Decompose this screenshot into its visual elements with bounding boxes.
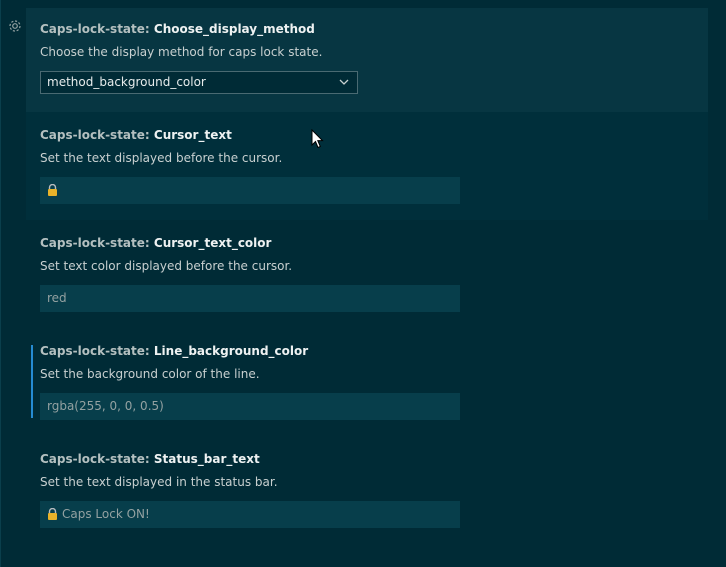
- lock-icon: [48, 184, 57, 196]
- setting-title: Caps-lock-state: Status_bar_text: [40, 436, 708, 467]
- status-bar-text-input[interactable]: Caps Lock ON!: [40, 501, 460, 528]
- setting-description: Set text color displayed before the curs…: [40, 259, 293, 273]
- setting-cursor-text-color[interactable]: Caps-lock-state: Cursor_text_color Set t…: [26, 220, 708, 328]
- setting-category: Caps-lock-state:: [40, 344, 150, 358]
- setting-description: Set the background color of the line.: [40, 367, 260, 381]
- lock-icon: [48, 508, 57, 520]
- setting-status-bar-text[interactable]: Caps-lock-state: Status_bar_text Set the…: [26, 436, 708, 544]
- setting-description: Set the text displayed before the cursor…: [40, 151, 283, 165]
- chevron-down-icon: [339, 79, 349, 85]
- setting-choose-display-method[interactable]: Caps-lock-state: Choose_display_method C…: [26, 8, 708, 112]
- setting-description: Choose the display method for caps lock …: [40, 45, 323, 59]
- gear-icon[interactable]: [7, 18, 23, 34]
- line-background-color-input[interactable]: rgba(255, 0, 0, 0.5): [40, 393, 460, 420]
- cursor-text-color-input[interactable]: red: [40, 285, 460, 312]
- setting-category: Caps-lock-state:: [40, 22, 150, 36]
- display-method-select[interactable]: method_background_color: [40, 71, 358, 94]
- select-value: method_background_color: [47, 75, 206, 89]
- mouse-pointer-icon: [311, 129, 324, 149]
- setting-title: Caps-lock-state: Cursor_text: [40, 112, 708, 143]
- setting-title: Caps-lock-state: Line_background_color: [40, 328, 708, 359]
- setting-cursor-text[interactable]: Caps-lock-state: Cursor_text Set the tex…: [26, 112, 708, 220]
- setting-key: Status_bar_text: [153, 452, 260, 466]
- setting-key: Cursor_text: [153, 128, 232, 142]
- setting-category: Caps-lock-state:: [40, 128, 150, 142]
- setting-key: Choose_display_method: [153, 22, 315, 36]
- setting-title: Caps-lock-state: Cursor_text_color: [40, 220, 708, 251]
- setting-category: Caps-lock-state:: [40, 452, 150, 466]
- setting-line-background-color[interactable]: Caps-lock-state: Line_background_color S…: [26, 328, 708, 436]
- setting-key: Line_background_color: [153, 344, 309, 358]
- setting-key: Cursor_text_color: [153, 236, 272, 250]
- setting-title: Caps-lock-state: Choose_display_method: [40, 8, 708, 37]
- input-value: red: [47, 291, 67, 305]
- editor-left-border: [0, 0, 1, 567]
- setting-description: Set the text displayed in the status bar…: [40, 475, 278, 489]
- cursor-text-input[interactable]: [40, 177, 460, 204]
- input-value: rgba(255, 0, 0, 0.5): [47, 399, 164, 413]
- input-value: Caps Lock ON!: [62, 507, 150, 521]
- setting-category: Caps-lock-state:: [40, 236, 150, 250]
